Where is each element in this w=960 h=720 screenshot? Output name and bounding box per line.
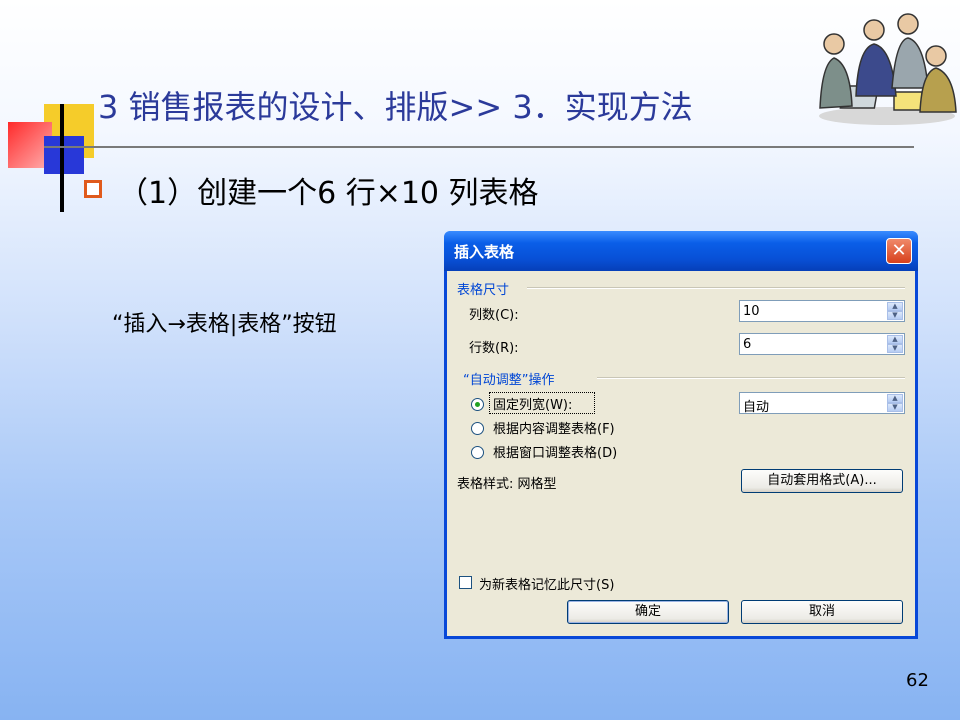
business-people-clipart [819,13,957,125]
spin-up-icon[interactable]: ▲ [887,335,903,344]
remember-size-label[interactable]: 为新表格记忆此尺寸(S) [479,574,614,593]
slide-title: 3 销售报表的设计、排版>> 3．实现方法 [98,88,693,126]
bullet-icon [84,180,102,198]
cancel-button[interactable]: 取消 [741,600,903,624]
rows-spinner[interactable]: 6 ▲ ▼ [739,333,905,355]
columns-label: 列数(C): [469,308,519,323]
spin-up-icon[interactable]: ▲ [887,394,903,403]
spin-up-icon[interactable]: ▲ [887,302,903,311]
autoformat-button[interactable]: 自动套用格式(A)... [741,469,903,493]
table-style-label: 表格样式: 网格型 [457,477,557,492]
fixed-width-radio[interactable] [471,398,484,411]
fit-contents-label[interactable]: 根据内容调整表格(F) [493,418,615,437]
ok-button[interactable]: 确定 [567,600,729,624]
dialog-titlebar[interactable]: 插入表格 ✕ [444,231,918,271]
title-divider [44,146,914,148]
fixed-width-spinner[interactable]: 自动 ▲ ▼ [739,392,905,415]
spin-down-icon[interactable]: ▼ [887,344,903,353]
spin-down-icon[interactable]: ▼ [887,311,903,320]
fit-contents-radio[interactable] [471,422,484,435]
deco-vertical-line [60,104,64,212]
fit-window-label[interactable]: 根据窗口调整表格(D) [493,442,617,461]
close-button[interactable]: ✕ [886,238,912,264]
columns-spinner[interactable]: 10 ▲ ▼ [739,300,905,322]
bullet-text: （1）创建一个6 行×10 列表格 [118,176,539,211]
rows-label: 行数(R): [469,341,519,356]
close-icon: ✕ [891,240,907,261]
caption-text: “插入→表格|表格”按钮 [112,312,337,337]
dialog-body: 表格尺寸 列数(C): 10 ▲ ▼ 行数(R): 6 ▲ ▼ “自动调整”操作… [447,271,915,636]
columns-value: 10 [743,304,760,319]
dialog-title: 插入表格 [454,243,515,261]
rows-value: 6 [743,337,752,352]
fixed-width-value: 自动 [743,400,770,415]
table-size-group-label: 表格尺寸 [457,283,510,298]
spin-down-icon[interactable]: ▼ [887,403,903,412]
page-number: 62 [906,670,929,691]
insert-table-dialog: 插入表格 ✕ 表格尺寸 列数(C): 10 ▲ ▼ 行数(R): 6 ▲ ▼ “… [444,231,918,639]
group-divider [597,377,905,379]
deco-blue-square [44,136,84,174]
remember-size-checkbox[interactable] [459,576,472,589]
fixed-width-label[interactable]: 固定列宽(W): [493,394,572,413]
fit-window-radio[interactable] [471,446,484,459]
group-divider [527,287,905,289]
autofit-group-label: “自动调整”操作 [463,373,555,388]
